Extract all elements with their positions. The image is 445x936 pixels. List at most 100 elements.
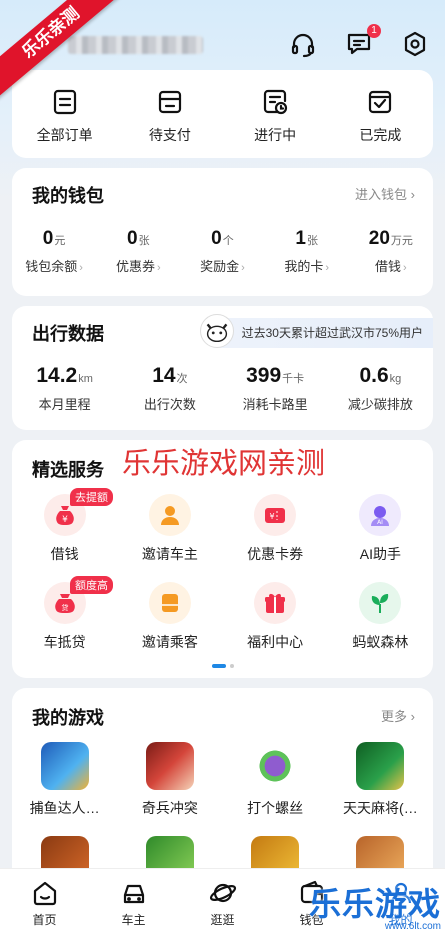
wallet-card-icon xyxy=(158,90,181,114)
game-thumbnail xyxy=(356,742,405,790)
service-ant-forest[interactable]: 蚂蚁森林 xyxy=(328,582,433,652)
games-title: 我的游戏 xyxy=(32,708,104,728)
service-tag: 去提额 xyxy=(70,488,113,506)
game-thumbnail xyxy=(40,742,89,790)
ai-avatar-icon: AI xyxy=(359,494,402,536)
stat-label: 出行次数 xyxy=(143,397,196,412)
order-unpaid[interactable]: 待支付 xyxy=(125,87,215,145)
order-label: 进行中 xyxy=(254,127,297,143)
car-icon xyxy=(123,884,144,904)
tab-home[interactable]: 首页 xyxy=(10,879,80,928)
chevron-right-icon: › xyxy=(325,262,329,274)
travel-rank-banner[interactable]: 过去30天累计超过武汉市75%用户 xyxy=(199,314,433,348)
stat-unit: 万元 xyxy=(390,235,413,247)
service-tag: 额度高 xyxy=(70,576,113,594)
wallet-balance[interactable]: 0元 钱包余额 › xyxy=(12,228,96,275)
game-item[interactable]: 奇兵冲突 xyxy=(117,742,222,818)
stat-unit: 个 xyxy=(222,235,234,247)
stat-value: 14 xyxy=(152,364,176,387)
person-icon xyxy=(148,494,191,536)
page-dot-active xyxy=(211,664,226,668)
service-label: 邀请乘客 xyxy=(141,634,198,650)
order-all[interactable]: 全部订单 xyxy=(20,87,110,145)
stat-value: 0 xyxy=(126,228,138,249)
game-item[interactable]: 打个螺丝 xyxy=(223,742,328,818)
leaf-icon xyxy=(359,582,402,624)
game-label: 奇兵冲突 xyxy=(141,800,198,816)
game-thumbnail xyxy=(145,742,194,790)
tab-car-owner[interactable]: 车主 xyxy=(99,879,169,928)
planet-icon xyxy=(209,883,236,903)
travel-title: 出行数据 xyxy=(32,324,104,344)
service-invite-passenger[interactable]: 邀请乘客 xyxy=(117,582,222,652)
service-car-loan[interactable]: 贷 额度高 车抵贷 xyxy=(12,576,117,652)
page-indicator xyxy=(12,664,433,668)
service-coupons[interactable]: ¥ 优惠卡券 xyxy=(223,494,328,564)
svg-text:AI: AI xyxy=(377,519,383,526)
headset-icon[interactable] xyxy=(289,30,317,58)
service-ai-assistant[interactable]: AI AI助手 xyxy=(328,494,433,564)
service-loan[interactable]: ¥ 去提额 借钱 xyxy=(12,488,117,564)
gift-icon xyxy=(254,582,297,624)
wallet-title: 我的钱包 xyxy=(32,186,104,206)
stat-label: 我的卡 xyxy=(284,259,324,274)
travel-mileage: 14.2km 本月里程 xyxy=(23,364,107,413)
game-item[interactable]: 天天麻将(… xyxy=(328,742,433,818)
wallet-coupons[interactable]: 0张 优惠券 › xyxy=(96,228,180,275)
game-label: 捕鱼达人… xyxy=(29,800,100,816)
stat-value: 0.6 xyxy=(359,364,389,387)
svg-text:贷: 贷 xyxy=(61,603,68,612)
order-completed[interactable]: 已完成 xyxy=(335,87,425,145)
tab-explore[interactable]: 逛逛 xyxy=(188,879,258,928)
stat-value: 20 xyxy=(368,228,390,249)
message-icon[interactable]: 1 xyxy=(345,24,381,58)
service-label: 车抵贷 xyxy=(43,634,86,650)
game-thumbnail xyxy=(251,742,300,790)
chevron-right-icon: › xyxy=(79,262,83,274)
corner-watermark-title: 乐乐游戏 xyxy=(308,886,441,922)
chevron-right-icon: › xyxy=(156,262,161,274)
game-label: 天天麻将(… xyxy=(343,800,418,816)
tab-label: 车主 xyxy=(121,913,146,927)
service-invite-driver[interactable]: 邀请车主 xyxy=(117,494,222,564)
stat-label: 钱包余额 xyxy=(25,259,78,274)
stat-unit: km xyxy=(78,373,93,385)
games-grid: 捕鱼达人… 奇兵冲突 打个螺丝 天天麻将(… xyxy=(12,742,433,884)
wallet-loan[interactable]: 20万元 借钱 › xyxy=(349,228,433,275)
list-doc-icon xyxy=(53,89,76,115)
service-label: 福利中心 xyxy=(247,634,304,650)
ticket-icon xyxy=(148,582,191,624)
enter-wallet-link[interactable]: 进入钱包 › xyxy=(355,184,415,203)
services-card: 精选服务 乐乐游戏网亲测 ¥ 去提额 借钱 邀请车主 ¥ 优惠卡券 AI AI助… xyxy=(12,440,433,678)
game-item[interactable]: 捕鱼达人… xyxy=(12,742,117,818)
wallet-rewards[interactable]: 0个 奖励金 › xyxy=(180,228,264,275)
travel-banner-text: 过去30天累计超过武汉市75%用户 xyxy=(241,326,423,340)
services-title: 精选服务 xyxy=(32,460,104,480)
more-games-link[interactable]: 更多 › xyxy=(381,706,415,725)
wallet-cards[interactable]: 1张 我的卡 › xyxy=(265,228,349,275)
stat-label: 减少碳排放 xyxy=(347,397,413,412)
svg-text:¥: ¥ xyxy=(270,512,275,521)
wallet-card: 我的钱包 进入钱包 › 0元 钱包余额 › 0张 优惠券 › 0个 奖励金 › 1张 … xyxy=(12,168,433,296)
settings-icon[interactable] xyxy=(401,30,429,58)
stat-value: 0 xyxy=(211,228,222,249)
check-doc-icon xyxy=(369,90,392,114)
order-label: 已完成 xyxy=(359,127,402,143)
svg-text:¥: ¥ xyxy=(62,515,68,525)
stat-label: 借钱 xyxy=(375,259,402,274)
order-in-progress[interactable]: 进行中 xyxy=(230,87,320,145)
stat-unit: 千卡 xyxy=(282,373,305,385)
stat-label: 奖励金 xyxy=(200,259,240,274)
stat-unit: 元 xyxy=(54,235,66,247)
wallet-stats: 0元 钱包余额 › 0张 优惠券 › 0个 奖励金 › 1张 我的卡 › 20万元 借钱… xyxy=(12,228,433,275)
clock-doc-icon xyxy=(264,89,288,115)
watermark-text: 乐乐游戏网亲测 xyxy=(122,448,326,480)
cat-mascot-icon xyxy=(199,314,234,348)
travel-carbon: 0.6kg 减少碳排放 xyxy=(338,364,422,413)
stat-value: 1 xyxy=(295,228,306,249)
stat-unit: 次 xyxy=(176,373,188,385)
corner-watermark: 乐乐游戏 www.6lt.com xyxy=(309,879,441,932)
services-grid: ¥ 去提额 借钱 邀请车主 ¥ 优惠卡券 AI AI助手 贷 额度高 车抵贷 邀… xyxy=(12,488,433,652)
service-welfare-center[interactable]: 福利中心 xyxy=(223,582,328,652)
message-badge: 1 xyxy=(367,24,381,38)
